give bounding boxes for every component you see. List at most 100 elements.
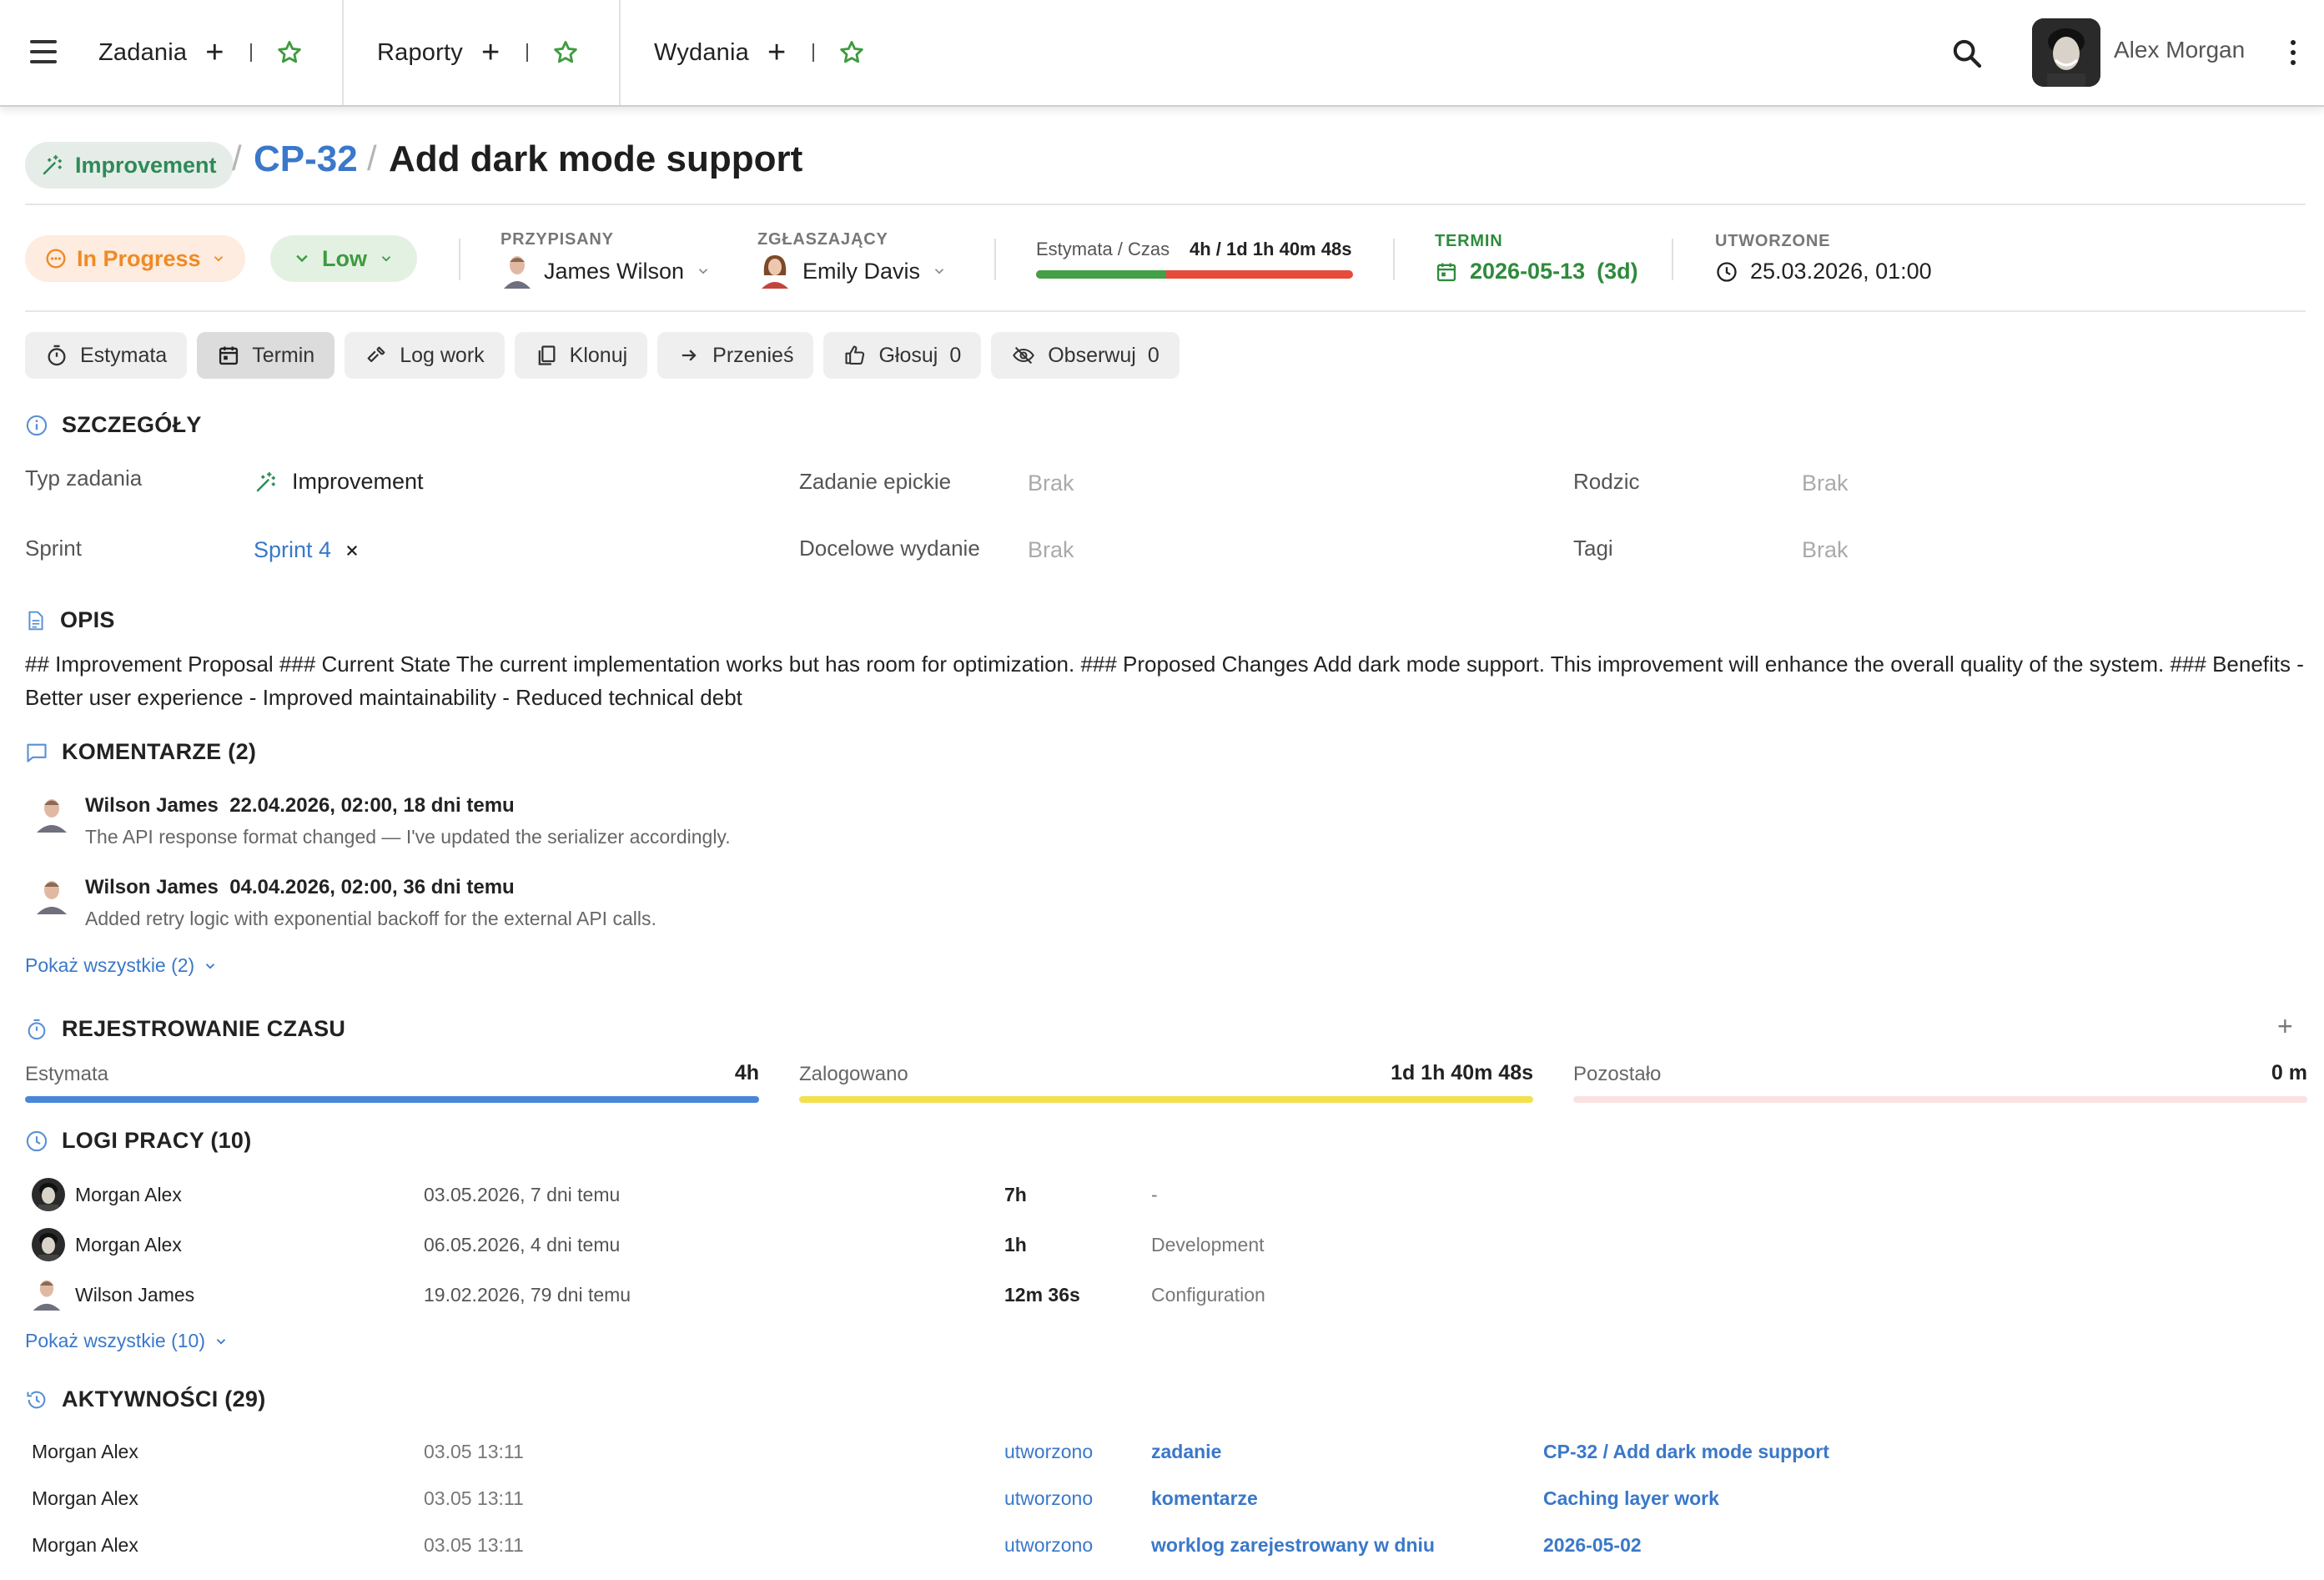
issue-key-link[interactable]: CP-32 [254,138,358,180]
nav-tab-label[interactable]: Wydania [654,39,749,67]
log-work-button[interactable]: Log work [345,332,505,379]
due-date-button[interactable]: Termin [197,332,335,379]
estimate-bar [25,1096,759,1103]
priority-dropdown[interactable]: Low [270,235,417,282]
assignee-select[interactable]: James Wilson [502,254,711,289]
comment-author[interactable]: Wilson James [85,794,219,817]
details-section-header[interactable]: SZCZEGÓŁY [25,412,202,438]
activity-action: utworzono [1004,1441,1094,1462]
user-avatar[interactable] [2032,18,2100,87]
star-icon[interactable] [275,38,304,67]
avatar [32,1228,65,1261]
estimate-progress-bar [1036,270,1353,279]
issue-type-field[interactable]: Improvement [254,469,424,495]
thumbs-up-icon [845,345,865,365]
tags-field-value[interactable]: Brak [1802,537,1849,563]
avatar [33,1280,61,1311]
comment-author[interactable]: Wilson James [85,876,219,898]
activity-target-link[interactable]: Caching layer work [1543,1487,1719,1510]
worklog-date: 19.02.2026, 79 dni temu [424,1284,631,1306]
epic-field-label: Zadanie epickie [799,469,952,494]
activity-target-link[interactable]: 2026-05-02 [1543,1534,1642,1557]
star-icon[interactable] [551,38,580,67]
worklog-user[interactable]: Morgan Alex [75,1184,182,1206]
menu-icon[interactable] [30,40,58,65]
issue-title[interactable]: Add dark mode support [389,138,802,180]
activities-section-header[interactable]: AKTYWNOŚCI (29) [25,1386,266,1412]
created-value: 25.03.2026, 01:00 [1750,259,1932,284]
description-text[interactable]: ## Improvement Proposal ### Current Stat… [25,647,2311,714]
activity-object[interactable]: worklog zarejestrowany w dniu [1151,1534,1435,1557]
arrow-right-icon [682,350,697,361]
details-title: SZCZEGÓŁY [62,412,202,437]
divider [25,204,2306,205]
chevron-down-icon [214,256,223,262]
comment-text: The API response format changed — I've u… [85,826,731,848]
sprint-link[interactable]: Sprint 4 [254,537,331,563]
add-icon[interactable]: + [481,37,500,68]
release-field-value[interactable]: Brak [1028,537,1074,563]
worklog-user[interactable]: Wilson James [75,1284,194,1306]
status-label: In Progress [77,245,201,271]
close-icon[interactable] [345,543,360,558]
reporter-name: Emily Davis [802,258,921,284]
estimate-button[interactable]: Estymata [25,332,188,379]
star-icon[interactable] [838,38,866,67]
epic-field-value[interactable]: Brak [1028,470,1074,496]
nav-divider [342,0,344,105]
search-icon[interactable] [1950,37,1984,70]
top-app-bar: Zadania + Raporty + Wydania + Alex Morga… [0,0,2324,107]
tags-field-label: Tagi [1573,536,1613,561]
watch-button[interactable]: Obserwuj 0 [991,332,1180,379]
worklogs-section-header[interactable]: LOGI PRACY (10) [25,1128,252,1154]
divider [526,43,529,62]
show-all-comments-link[interactable]: Pokaż wszystkie (2) [25,954,218,977]
nav-tab-label[interactable]: Raporty [377,39,463,67]
user-name[interactable]: Alex Morgan [2114,37,2245,63]
move-button[interactable]: Przenieś [657,332,814,379]
activity-user[interactable]: Morgan Alex [32,1441,138,1463]
add-icon[interactable]: + [205,37,224,68]
logged-label: Zalogowano [799,1063,908,1085]
activity-object[interactable]: zadanie [1151,1441,1221,1463]
log-work-button-label: Log work [400,343,485,367]
activity-user[interactable]: Morgan Alex [32,1534,138,1557]
reporter-select[interactable]: Emily Davis [759,254,947,289]
worklog-note: - [1151,1184,1158,1205]
worklog-user[interactable]: Morgan Alex [75,1234,182,1256]
parent-field-value[interactable]: Brak [1802,470,1849,496]
divider [459,239,460,280]
remaining-label: Pozostało [1573,1063,1662,1085]
estimate-caption: Estymata / Czas [1036,239,1170,259]
nav-tab-zadania[interactable]: Zadania + [98,0,304,105]
more-vert-icon[interactable] [2289,40,2297,68]
activity-time: 03.05 13:11 [424,1487,524,1509]
clone-button[interactable]: Klonuj [514,332,648,379]
issue-type-field-value: Improvement [292,469,424,494]
activity-user[interactable]: Morgan Alex [32,1487,138,1510]
avatar [37,799,67,833]
parent-field-label: Rodzic [1573,469,1640,494]
clock-icon [26,1130,48,1151]
nav-tab-wydania[interactable]: Wydania + [654,0,866,105]
calendar-icon [1436,263,1456,281]
nav-tab-label[interactable]: Zadania [98,39,187,67]
comments-section-header[interactable]: KOMENTARZE (2) [25,739,256,765]
due-date[interactable]: 2026-05-13 (3d) [1435,259,1638,284]
status-dropdown[interactable]: In Progress [25,235,245,282]
sprint-field[interactable]: Sprint 4 [254,537,360,563]
created-caption: UTWORZONE [1715,232,1831,250]
nav-tab-raporty[interactable]: Raporty + [377,0,580,105]
activity-target-link[interactable]: CP-32 / Add dark mode support [1543,1441,1829,1463]
chevron-down-icon [934,269,944,274]
vote-button[interactable]: Głosuj 0 [823,332,982,379]
time-tracking-section-header[interactable]: REJESTROWANIE CZASU [25,1016,345,1042]
description-section-header[interactable]: OPIS [25,607,115,633]
show-all-worklogs-link[interactable]: Pokaż wszystkie (10) [25,1330,229,1352]
add-time-icon[interactable]: + [2277,1013,2293,1039]
issue-type-chip[interactable]: Improvement [25,142,234,189]
nav-divider [619,0,621,105]
add-icon[interactable]: + [767,37,786,68]
activity-object[interactable]: komentarze [1151,1487,1258,1510]
due-relative: (3d) [1597,259,1638,284]
